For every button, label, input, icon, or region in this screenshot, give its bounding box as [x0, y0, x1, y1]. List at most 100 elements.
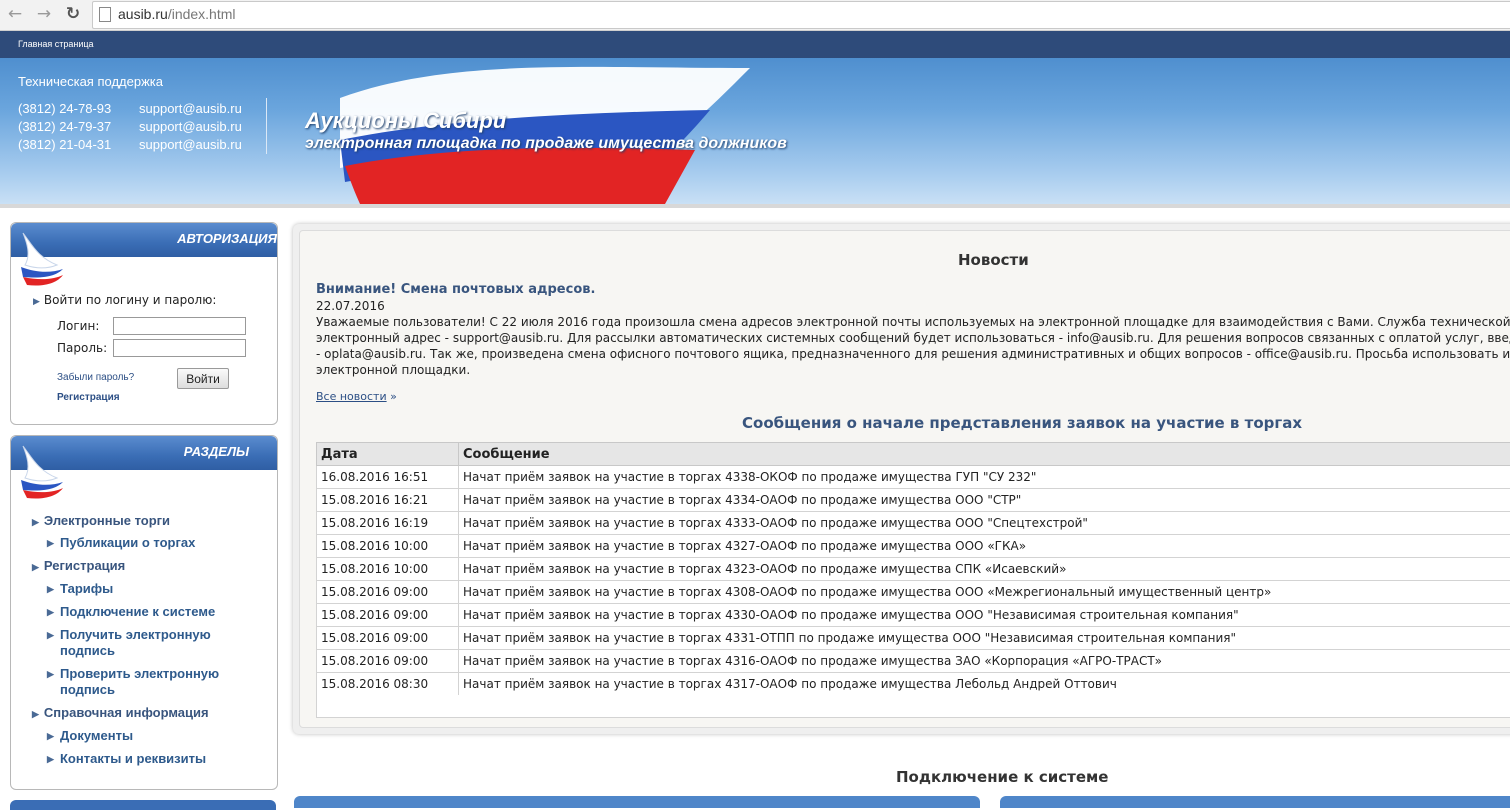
auth-panel-title: АВТОРИЗАЦИЯ	[77, 231, 277, 246]
arrow-icon: ▶	[32, 709, 39, 719]
menu-connect[interactable]: ▶Подключение к системе	[60, 604, 215, 620]
forgot-password-link[interactable]: Забыли пароль?	[57, 372, 134, 383]
row-text[interactable]: Начат приём заявок на участие в торгах 4…	[459, 489, 1510, 512]
login-input[interactable]	[113, 317, 246, 335]
news-line: электронный адрес - support@ausib.ru. Дл…	[316, 330, 1510, 346]
password-input[interactable]	[113, 339, 246, 357]
row-date: 15.08.2016 09:00	[317, 604, 459, 627]
login-label: Логин:	[57, 319, 99, 333]
connect-panel-header	[294, 796, 980, 808]
back-arrow-icon[interactable]: ←	[4, 3, 26, 25]
all-news: Все новости »	[316, 390, 397, 403]
news-line: - oplata@ausib.ru. Так же, произведена с…	[316, 346, 1510, 362]
row-text[interactable]: Начат приём заявок на участие в торгах 4…	[459, 581, 1510, 604]
support-email[interactable]: support@ausib.ru	[139, 119, 242, 134]
menu-reference[interactable]: ▶ Справочная информация	[32, 705, 209, 720]
table-row[interactable]: 15.08.2016 16:21Начат приём заявок на уч…	[317, 489, 1510, 512]
address-bar[interactable]: ausib.ru/index.html	[92, 1, 1510, 29]
arrow-icon: ▶	[47, 751, 54, 767]
reload-icon[interactable]: ↻	[62, 3, 84, 25]
url-host: ausib.ru	[118, 6, 168, 22]
auth-intro-text: Войти по логину и паролю:	[44, 293, 216, 307]
register-link[interactable]: Регистрация	[57, 392, 120, 403]
page-icon	[99, 7, 111, 22]
table-row[interactable]: 15.08.2016 09:00Начат приём заявок на уч…	[317, 627, 1510, 650]
menu-check-signature[interactable]: ▶Проверить электронную подпись	[60, 666, 250, 698]
menu-registration[interactable]: ▶Регистрация	[32, 558, 125, 573]
browser-toolbar: ← → ↻ ausib.ru/index.html	[0, 0, 1510, 31]
menu-label: Контакты и реквизиты	[60, 751, 206, 766]
home-link[interactable]: Главная страница	[18, 39, 94, 49]
support-phone: (3812) 24-78-93	[18, 101, 111, 116]
table-row[interactable]: 15.08.2016 10:00Начат приём заявок на уч…	[317, 535, 1510, 558]
menu-label: Публикации о торгах	[60, 535, 195, 550]
row-date: 15.08.2016 09:00	[317, 581, 459, 604]
auth-intro: ▶ Войти по логину и паролю:	[33, 293, 216, 307]
row-text[interactable]: Начат приём заявок на участие в торгах 4…	[459, 466, 1510, 489]
url-path: /index.html	[168, 6, 236, 22]
arrow-icon: ▶	[47, 728, 54, 744]
row-date: 15.08.2016 16:19	[317, 512, 459, 535]
row-text[interactable]: Начат приём заявок на участие в торгах 4…	[459, 627, 1510, 650]
site-subtitle: электронная площадка по продаже имуществ…	[305, 135, 787, 153]
messages-table: Дата Сообщение 16.08.2016 16:51Начат при…	[316, 442, 1510, 696]
top-navigation: Главная страница	[0, 31, 1510, 58]
row-text[interactable]: Начат приём заявок на участие в торгах 4…	[459, 673, 1510, 696]
menu-tariffs[interactable]: ▶Тарифы	[60, 581, 113, 597]
news-date: 22.07.2016	[316, 299, 385, 313]
site-banner: Техническая поддержка (3812) 24-78-93 su…	[0, 58, 1510, 204]
flag-logo-icon	[17, 442, 67, 502]
banner-divider	[0, 204, 1510, 208]
row-date: 15.08.2016 10:00	[317, 535, 459, 558]
news-body: Уважаемые пользователи! С 22 июля 2016 г…	[316, 314, 1510, 378]
sidebar-next-panel-header	[10, 800, 276, 810]
table-row[interactable]: 15.08.2016 09:00Начат приём заявок на уч…	[317, 650, 1510, 673]
news-heading: Новости	[958, 251, 1029, 269]
flag-logo-icon	[17, 229, 67, 289]
login-button[interactable]: Войти	[177, 368, 229, 389]
column-message: Сообщение	[459, 443, 1510, 466]
menu-publications[interactable]: ▶Публикации о торгах	[60, 535, 195, 551]
arrow-icon: ▶	[33, 297, 40, 307]
table-row[interactable]: 16.08.2016 16:51Начат приём заявок на уч…	[317, 466, 1510, 489]
arrow-icon: ▶	[47, 535, 54, 551]
table-row[interactable]: 15.08.2016 10:00Начат приём заявок на уч…	[317, 558, 1510, 581]
table-row[interactable]: 15.08.2016 16:19Начат приём заявок на уч…	[317, 512, 1510, 535]
menu-label: Получить электронную подпись	[60, 627, 211, 658]
connect-heading: Подключение к системе	[896, 768, 1108, 786]
news-line: Уважаемые пользователи! С 22 июля 2016 г…	[316, 314, 1510, 330]
row-text[interactable]: Начат приём заявок на участие в торгах 4…	[459, 512, 1510, 535]
row-text[interactable]: Начат приём заявок на участие в торгах 4…	[459, 650, 1510, 673]
support-divider	[266, 98, 267, 154]
row-date: 15.08.2016 09:00	[317, 627, 459, 650]
support-row: (3812) 21-04-31 support@ausib.ru	[18, 137, 111, 152]
row-date: 15.08.2016 10:00	[317, 558, 459, 581]
row-text[interactable]: Начат приём заявок на участие в торгах 4…	[459, 535, 1510, 558]
messages-heading: Сообщения о начале представления заявок …	[742, 414, 1302, 432]
menu-documents[interactable]: ▶Документы	[60, 728, 133, 744]
table-row[interactable]: 15.08.2016 08:30Начат приём заявок на уч…	[317, 673, 1510, 696]
menu-label: Справочная информация	[44, 705, 209, 720]
menu-get-signature[interactable]: ▶Получить электронную подпись	[60, 627, 250, 659]
row-date: 15.08.2016 16:21	[317, 489, 459, 512]
row-text[interactable]: Начат приём заявок на участие в торгах 4…	[459, 604, 1510, 627]
support-email[interactable]: support@ausib.ru	[139, 101, 242, 116]
forward-arrow-icon[interactable]: →	[33, 3, 55, 25]
support-phone: (3812) 24-79-37	[18, 119, 111, 134]
row-date: 16.08.2016 16:51	[317, 466, 459, 489]
support-email[interactable]: support@ausib.ru	[139, 137, 242, 152]
menu-label: Тарифы	[60, 581, 113, 596]
all-news-link[interactable]: Все новости	[316, 390, 387, 403]
menu-electronic-auctions[interactable]: ▶Электронные торги	[32, 513, 170, 528]
sections-panel: РАЗДЕЛЫ ▶Электронные торги ▶Публикации о…	[10, 435, 278, 790]
auth-panel: АВТОРИЗАЦИЯ ▶ Войти по логину и паролю: Л…	[10, 222, 278, 425]
arrow-icon: ▶	[32, 562, 39, 572]
menu-label: Документы	[60, 728, 133, 743]
table-row[interactable]: 15.08.2016 09:00Начат приём заявок на уч…	[317, 581, 1510, 604]
menu-contacts[interactable]: ▶Контакты и реквизиты	[60, 751, 206, 767]
support-row: (3812) 24-78-93 support@ausib.ru	[18, 101, 111, 116]
news-title[interactable]: Внимание! Смена почтовых адресов.	[316, 282, 595, 297]
table-row[interactable]: 15.08.2016 09:00Начат приём заявок на уч…	[317, 604, 1510, 627]
row-text[interactable]: Начат приём заявок на участие в торгах 4…	[459, 558, 1510, 581]
auth-header-text: АВТОРИЗАЦИЯ	[177, 231, 277, 246]
